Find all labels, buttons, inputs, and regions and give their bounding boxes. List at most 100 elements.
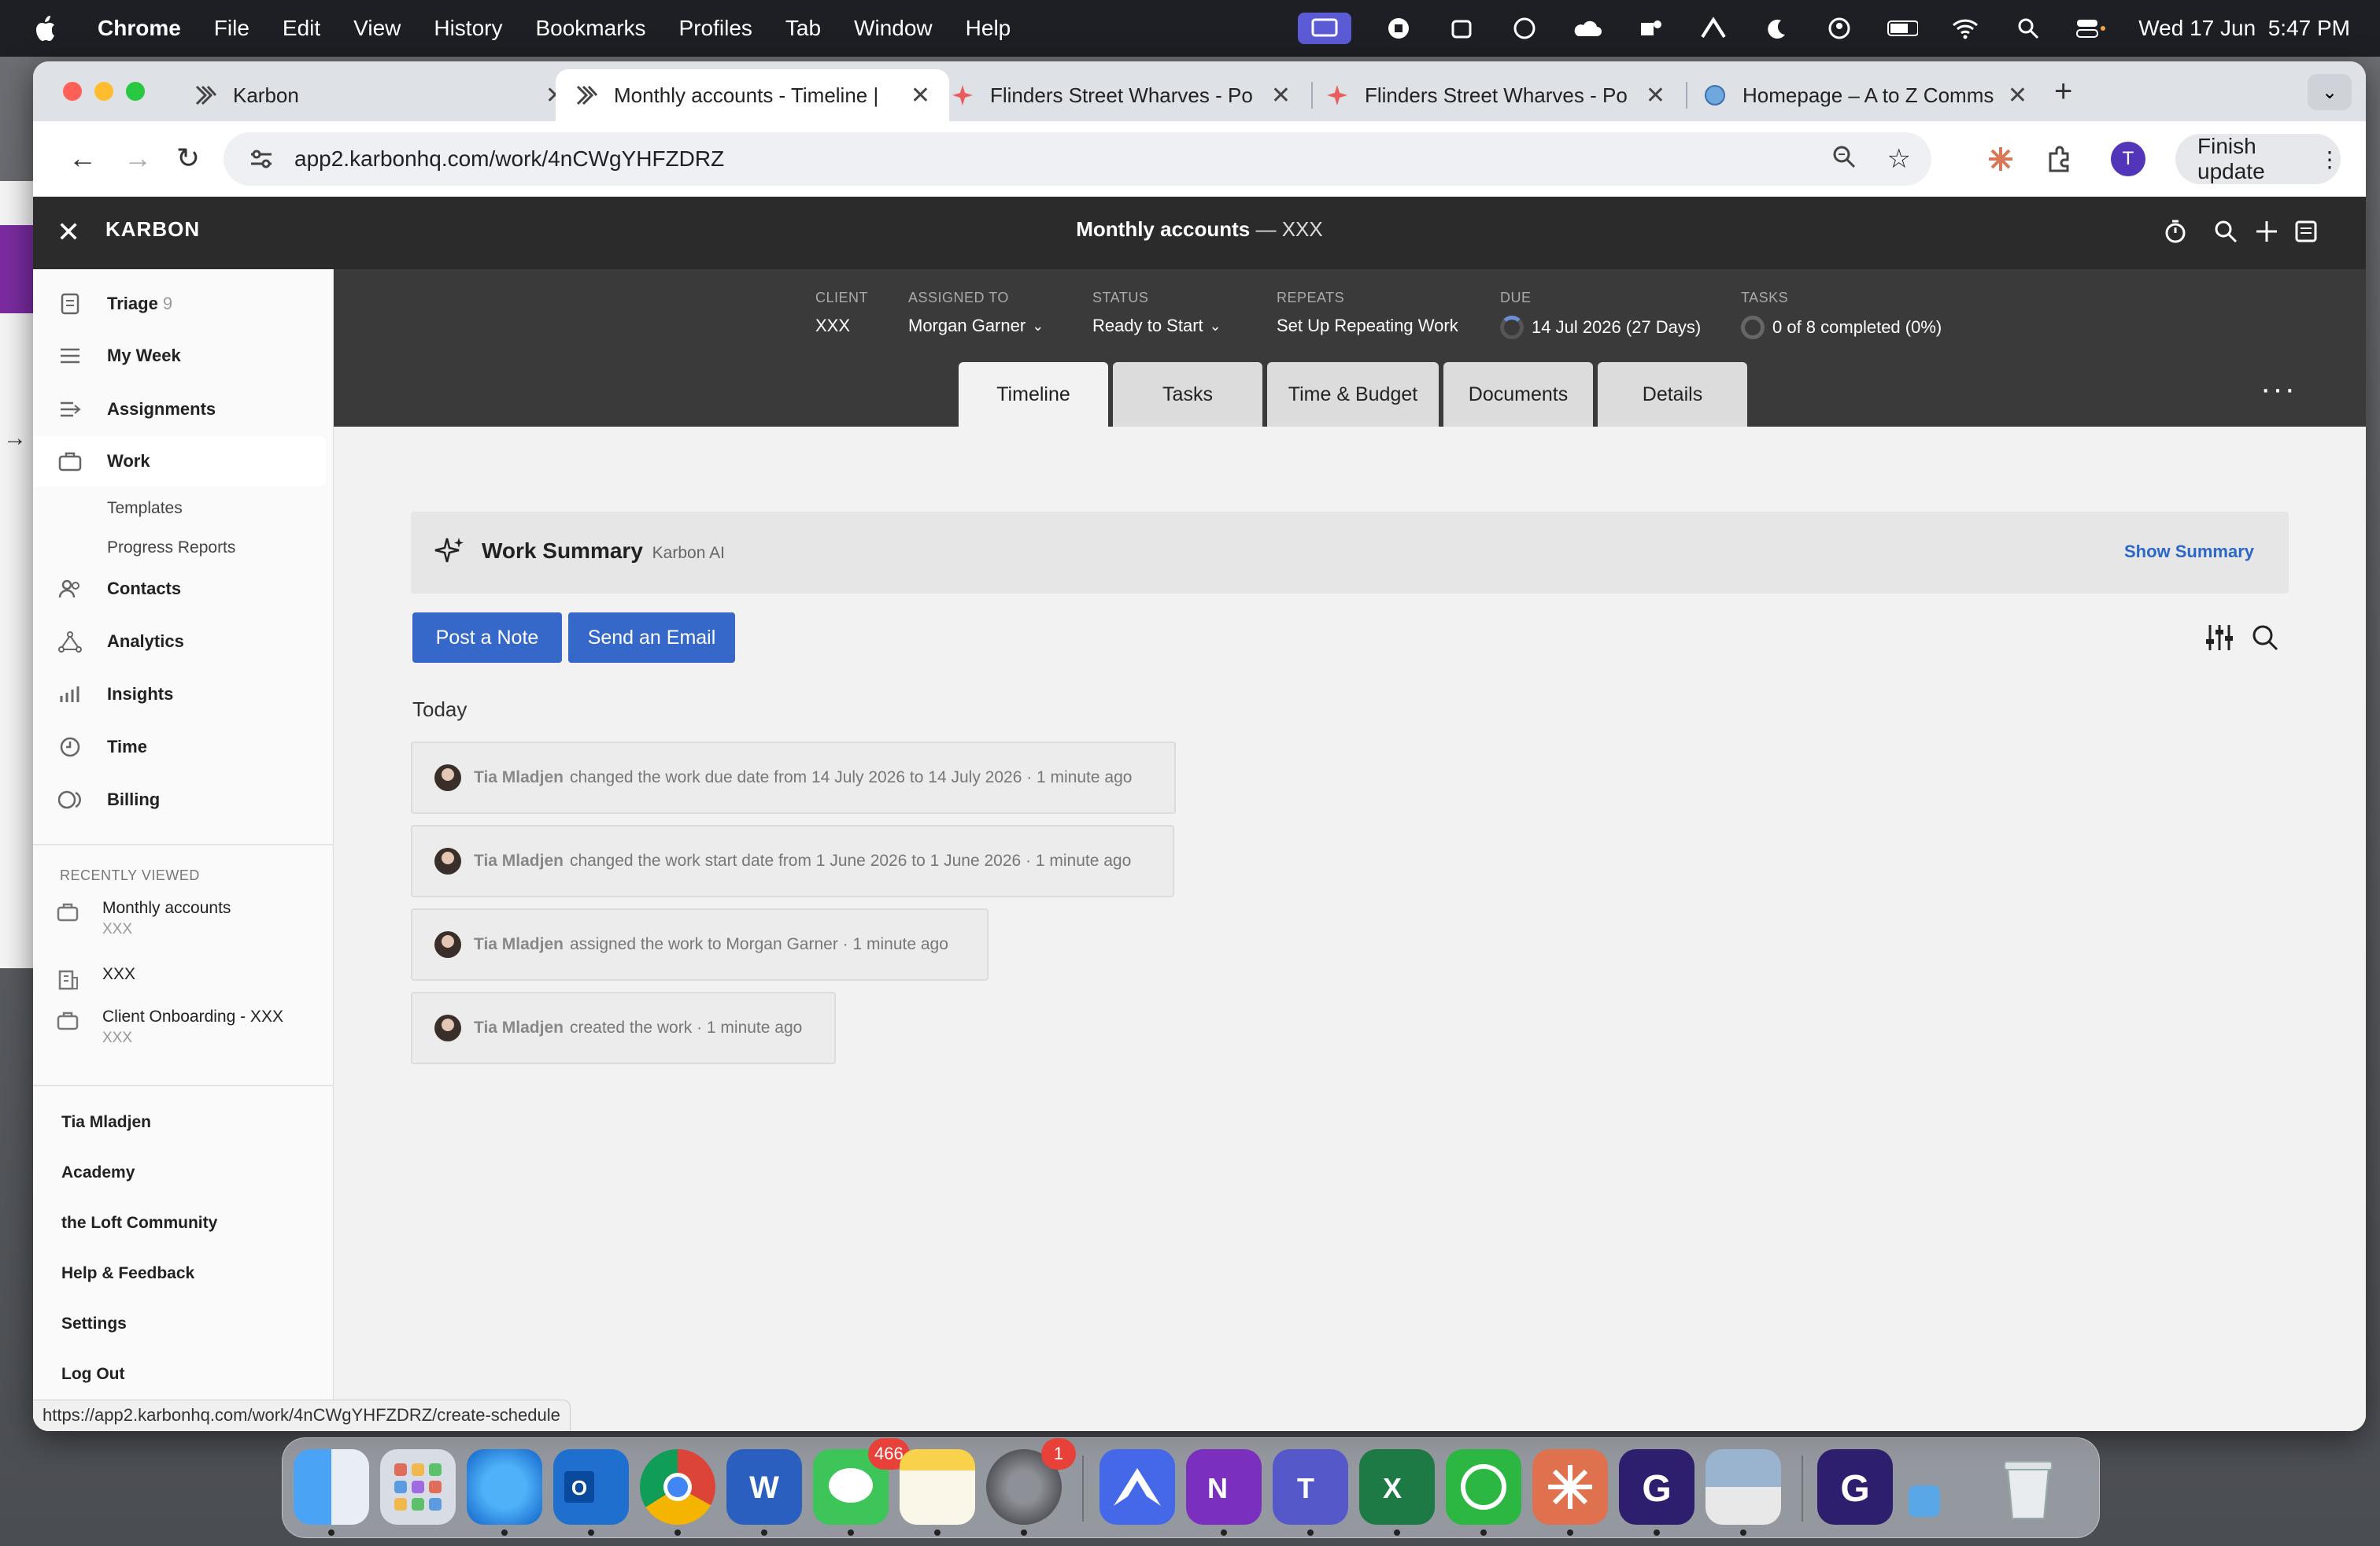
tab-details[interactable]: Details <box>1598 362 1747 427</box>
whatsapp-icon[interactable] <box>1446 1449 1521 1525</box>
sidebar-item-insights[interactable]: Insights <box>33 669 326 719</box>
safari-icon[interactable] <box>467 1449 542 1525</box>
spotlight-search-icon[interactable] <box>2012 13 2044 44</box>
sidebar-item-analytics[interactable]: Analytics <box>33 616 326 667</box>
finish-update-button[interactable]: Finish update ⋮ <box>2175 134 2341 184</box>
finder-icon[interactable] <box>294 1449 369 1525</box>
meta-assigned-to[interactable]: ASSIGNED TO Morgan Garner ⌄ <box>908 290 1044 336</box>
menu-help[interactable]: Help <box>966 16 1011 41</box>
nordvpn-app-icon[interactable] <box>1099 1449 1175 1525</box>
meta-status[interactable]: STATUS Ready to Start ⌄ <box>1092 290 1221 336</box>
moon-icon[interactable] <box>1761 13 1792 44</box>
menu-file[interactable]: File <box>214 16 249 41</box>
site-settings-icon[interactable] <box>247 145 275 173</box>
timeline-event[interactable]: Tia Mladjen created the work · 1 minute … <box>411 992 836 1064</box>
menu-profiles[interactable]: Profiles <box>679 16 752 41</box>
battery-icon[interactable] <box>1887 13 1919 44</box>
close-tab-icon[interactable]: ✕ <box>2008 82 2027 109</box>
safari-minimized-icon[interactable] <box>1909 1485 1940 1517</box>
set-up-repeating-work-link[interactable]: Set Up Repeating Work <box>1277 316 1458 336</box>
send-email-button[interactable]: Send an Email <box>568 612 735 663</box>
sidebar-item-work[interactable]: Work <box>33 436 326 486</box>
help-feedback-link[interactable]: Help & Feedback <box>61 1264 194 1283</box>
sidebar-item-assignments[interactable]: Assignments <box>33 384 326 435</box>
show-summary-link[interactable]: Show Summary <box>2124 542 2254 562</box>
screen-share-icon[interactable] <box>1298 13 1352 44</box>
meta-due[interactable]: DUE 14 Jul 2026 (27 Days) <box>1500 290 1701 339</box>
close-tab-icon[interactable]: ✕ <box>1271 82 1291 109</box>
excel-icon[interactable]: X <box>1359 1449 1435 1525</box>
menu-app-name[interactable]: Chrome <box>98 16 181 41</box>
profile-avatar[interactable]: T <box>2111 142 2145 176</box>
filter-sliders-icon[interactable] <box>2204 622 2235 653</box>
tab-search-chevron-icon[interactable]: ⌄ <box>2308 74 2352 110</box>
claude-extension-icon[interactable] <box>1982 140 2020 178</box>
chrome-icon[interactable] <box>640 1449 715 1525</box>
browser-tab-karbon[interactable]: Karbon ✕ <box>175 69 584 121</box>
onenote-icon[interactable]: N <box>1186 1449 1262 1525</box>
sidebar-item-time[interactable]: Time <box>33 722 326 772</box>
onedrive-icon[interactable] <box>1572 13 1603 44</box>
user-icon[interactable] <box>1824 13 1855 44</box>
tray-app-icon[interactable] <box>1446 13 1477 44</box>
minimize-window-button[interactable] <box>94 82 113 101</box>
menu-edit[interactable]: Edit <box>283 16 320 41</box>
menu-history[interactable]: History <box>434 16 502 41</box>
close-tab-icon[interactable]: ✕ <box>911 82 930 109</box>
bookmark-star-icon[interactable]: ☆ <box>1887 143 1911 175</box>
creative-cloud-icon[interactable] <box>1509 13 1540 44</box>
trash-icon[interactable] <box>1990 1449 2066 1525</box>
meta-tasks[interactable]: TASKS 0 of 8 completed (0%) <box>1741 290 1942 339</box>
launchpad-icon[interactable] <box>380 1449 456 1525</box>
browser-tab-homepage[interactable]: Homepage – A to Z Comms & ✕ <box>1684 69 2046 121</box>
g-app-window-icon[interactable]: G <box>1817 1449 1893 1525</box>
timer-icon[interactable] <box>2158 214 2193 249</box>
g-app-icon[interactable]: G <box>1619 1449 1694 1525</box>
sidebar-item-triage[interactable]: Triage 9 <box>33 279 326 329</box>
nordvpn-icon[interactable] <box>1698 13 1729 44</box>
settings-link[interactable]: Settings <box>61 1315 127 1333</box>
reload-icon[interactable]: ↻ <box>168 139 208 178</box>
menu-window[interactable]: Window <box>854 16 933 41</box>
timeline-event[interactable]: Tia Mladjen assigned the work to Morgan … <box>411 908 989 981</box>
maximize-window-button[interactable] <box>126 82 145 101</box>
word-icon[interactable]: W <box>726 1449 802 1525</box>
record-icon[interactable] <box>1383 13 1414 44</box>
tab-documents[interactable]: Documents <box>1443 362 1593 427</box>
sidebar-item-contacts[interactable]: Contacts <box>33 564 326 614</box>
teams-status-icon[interactable] <box>1635 13 1666 44</box>
close-tab-icon[interactable]: ✕ <box>1646 82 1665 109</box>
control-center-icon[interactable] <box>2075 13 2107 44</box>
academy-link[interactable]: Academy <box>61 1163 135 1182</box>
preview-icon[interactable] <box>1706 1449 1781 1525</box>
notes-panel-icon[interactable] <box>2289 214 2323 249</box>
user-profile-link[interactable]: Tia Mladjen <box>61 1113 151 1132</box>
browser-tab-flinders-1[interactable]: Flinders Street Wharves - Po ✕ <box>932 69 1310 121</box>
tab-timeline[interactable]: Timeline <box>959 362 1108 427</box>
menubar-datetime[interactable]: Wed 17 Jun 5:47 PM <box>2138 16 2350 41</box>
timeline-search-icon[interactable] <box>2251 623 2279 652</box>
outlook-icon[interactable]: O <box>553 1449 629 1525</box>
meta-client[interactable]: CLIENT XXX <box>815 290 868 336</box>
sidebar-sub-progress-reports[interactable]: Progress Reports <box>107 538 235 557</box>
address-bar[interactable]: app2.karbonhq.com/work/4nCWgYHFZDRZ ☆ <box>224 132 1931 186</box>
sidebar-item-billing[interactable]: Billing <box>33 775 326 825</box>
add-icon[interactable] <box>2249 214 2284 249</box>
back-arrow-icon[interactable]: ← <box>63 139 102 178</box>
menu-tab[interactable]: Tab <box>785 16 821 41</box>
menu-bookmarks[interactable]: Bookmarks <box>535 16 645 41</box>
claude-app-icon[interactable] <box>1532 1449 1608 1525</box>
wifi-icon[interactable] <box>1949 13 1981 44</box>
sidebar-sub-templates[interactable]: Templates <box>107 499 183 518</box>
timeline-event[interactable]: Tia Mladjen changed the work due date fr… <box>411 742 1176 814</box>
forward-arrow-icon[interactable]: → <box>118 139 157 178</box>
browser-tab-flinders-2[interactable]: Flinders Street Wharves - Po ✕ <box>1306 69 1684 121</box>
post-note-button[interactable]: Post a Note <box>412 612 562 663</box>
menu-view[interactable]: View <box>353 16 401 41</box>
recent-item[interactable]: XXX <box>57 965 324 997</box>
meta-repeats[interactable]: REPEATS Set Up Repeating Work <box>1277 290 1458 336</box>
url-text[interactable]: app2.karbonhq.com/work/4nCWgYHFZDRZ <box>294 146 724 172</box>
sidebar-item-my-week[interactable]: My Week <box>33 331 326 381</box>
timeline-event[interactable]: Tia Mladjen changed the work start date … <box>411 825 1174 897</box>
close-window-button[interactable] <box>63 82 82 101</box>
